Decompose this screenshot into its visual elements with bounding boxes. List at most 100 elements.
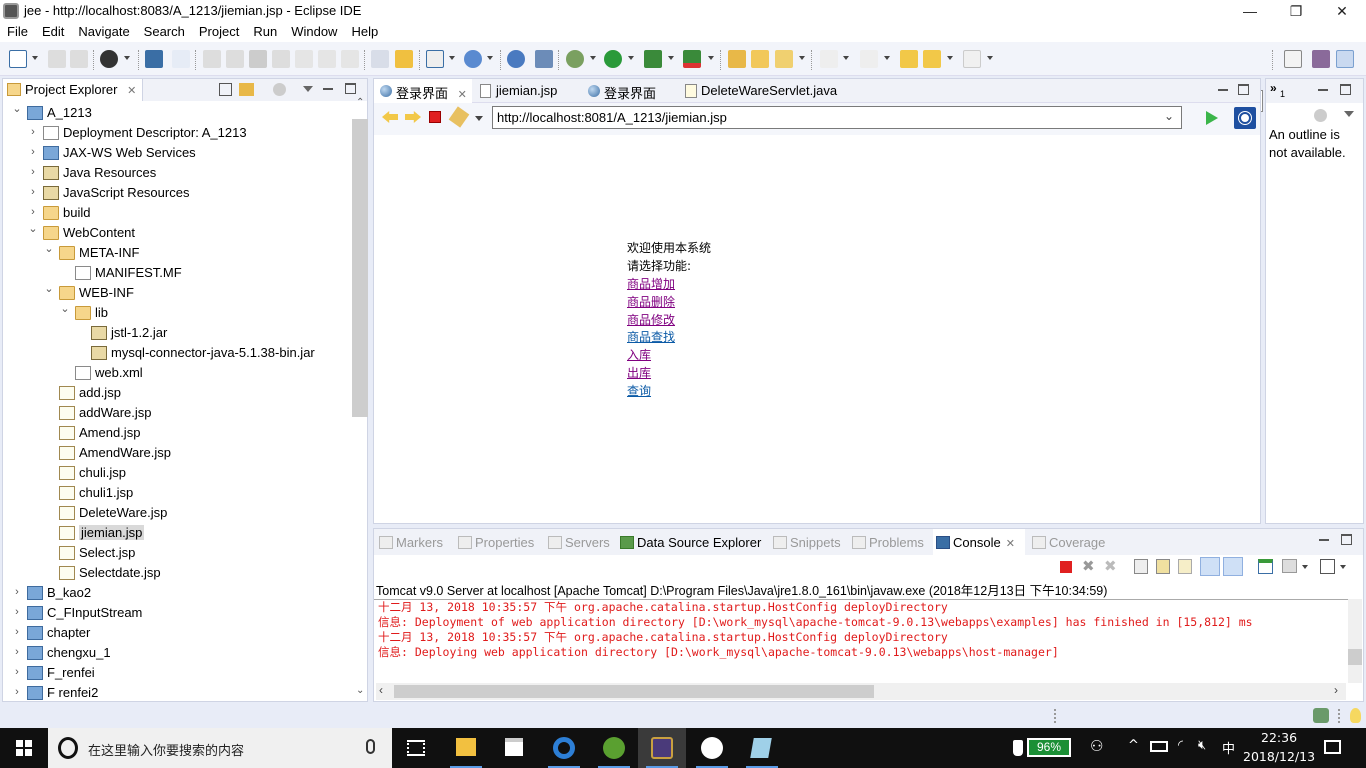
scroll-up-icon[interactable]: ⌃ bbox=[356, 97, 364, 108]
step-into-icon[interactable] bbox=[295, 50, 313, 68]
battery-indicator[interactable]: 96% bbox=[1027, 738, 1071, 757]
use-step-filters-icon[interactable] bbox=[371, 50, 389, 68]
tree-item[interactable]: jiemian.jsp bbox=[3, 523, 351, 543]
open-task-icon[interactable] bbox=[751, 50, 769, 68]
chevron-down-icon[interactable]: ⌄ bbox=[11, 103, 23, 115]
minimize-editor-icon[interactable] bbox=[1218, 89, 1228, 91]
tab-login-page-active[interactable]: 登录界面 ✕ bbox=[374, 79, 472, 103]
tab-servers[interactable]: Servers bbox=[545, 529, 610, 555]
microphone-icon[interactable] bbox=[366, 739, 375, 754]
debug-dropdown-icon[interactable] bbox=[590, 56, 596, 60]
menu-help[interactable]: Help bbox=[344, 22, 385, 39]
link-delete-product[interactable]: 商品删除 bbox=[627, 293, 675, 311]
scroll-lock-icon[interactable] bbox=[1156, 559, 1170, 574]
forward-icon[interactable] bbox=[963, 50, 981, 68]
tab-properties[interactable]: Properties bbox=[455, 529, 534, 555]
minimize-outline-icon[interactable] bbox=[1318, 89, 1328, 91]
chevron-right-icon[interactable]: › bbox=[11, 686, 23, 698]
tab-markers[interactable]: Markers bbox=[376, 529, 443, 555]
web-browser-icon[interactable] bbox=[507, 50, 525, 68]
taskbar-app-notes[interactable] bbox=[738, 728, 786, 768]
coverage-dropdown-icon[interactable] bbox=[668, 56, 674, 60]
tab-data-source-explorer[interactable]: Data Source Explorer bbox=[617, 529, 761, 555]
coverage-icon[interactable] bbox=[644, 50, 662, 68]
external-tools-icon[interactable] bbox=[683, 50, 701, 68]
windows-start-icon[interactable] bbox=[16, 740, 32, 756]
link-modify-product[interactable]: 商品修改 bbox=[627, 311, 675, 329]
collapse-all-icon[interactable] bbox=[219, 83, 232, 96]
tab-delete-ware-servlet[interactable]: DeleteWareServlet.java bbox=[679, 79, 849, 103]
tree-item[interactable]: › Java Resources bbox=[3, 163, 351, 183]
maximize-editor-icon[interactable] bbox=[1238, 84, 1249, 95]
tab-jiemian-jsp[interactable]: jiemian.jsp bbox=[474, 79, 574, 103]
tree-item[interactable]: ⌄ META-INF bbox=[3, 243, 351, 263]
taskbar-app-white[interactable] bbox=[688, 728, 736, 768]
tab-coverage[interactable]: Coverage bbox=[1029, 529, 1105, 555]
ime-indicator[interactable]: 中 bbox=[1222, 738, 1235, 757]
close-tab-icon[interactable]: ✕ bbox=[127, 85, 136, 97]
browser-refresh-icon[interactable] bbox=[448, 106, 470, 128]
link-find-product[interactable]: 商品查找 bbox=[627, 328, 675, 346]
browser-dropdown-icon[interactable] bbox=[475, 116, 483, 121]
maximize-console-icon[interactable] bbox=[1341, 534, 1352, 545]
menu-project[interactable]: Project bbox=[192, 22, 246, 39]
console-vertical-scrollbar[interactable] bbox=[1348, 599, 1362, 683]
remove-all-terminated-icon[interactable]: ✖ bbox=[1104, 557, 1117, 575]
tree-item[interactable]: › build bbox=[3, 203, 351, 223]
tree-item[interactable]: › B_kao2 bbox=[3, 583, 351, 603]
tree-item[interactable]: jstl-1.2.jar bbox=[3, 323, 351, 343]
minimize-button[interactable]: — bbox=[1227, 0, 1273, 22]
chevron-right-icon[interactable]: › bbox=[11, 606, 23, 618]
maximize-outline-icon[interactable] bbox=[1340, 84, 1351, 95]
link-with-editor-icon[interactable] bbox=[239, 83, 254, 96]
previous-annotation-icon[interactable] bbox=[860, 50, 878, 68]
web-services-explorer-icon[interactable] bbox=[535, 50, 553, 68]
disconnect-icon[interactable] bbox=[272, 50, 290, 68]
close-tab-icon[interactable]: ✕ bbox=[1006, 538, 1015, 550]
clock-time[interactable]: 22:36 bbox=[1261, 730, 1297, 745]
show-on-stdout-icon[interactable] bbox=[1200, 557, 1220, 576]
chevron-down-icon[interactable]: ⌄ bbox=[43, 282, 55, 295]
menu-run[interactable]: Run bbox=[246, 22, 284, 39]
tree-item[interactable]: › JAX-WS Web Services bbox=[3, 143, 351, 163]
back-icon[interactable] bbox=[923, 50, 941, 68]
save-all-icon[interactable] bbox=[70, 50, 88, 68]
wifi-icon[interactable]: ◜ bbox=[1178, 738, 1183, 753]
tree-item[interactable]: › chengxu_1 bbox=[3, 643, 351, 663]
menu-window[interactable]: Window bbox=[284, 22, 344, 39]
last-edit-location-icon[interactable] bbox=[900, 50, 918, 68]
step-return-icon[interactable] bbox=[341, 50, 359, 68]
open-console-icon[interactable] bbox=[1320, 559, 1335, 574]
tree-item[interactable]: › chapter bbox=[3, 623, 351, 643]
minimize-view-icon[interactable] bbox=[323, 88, 333, 90]
close-tab-icon[interactable]: ✕ bbox=[458, 89, 467, 101]
new-server-icon[interactable] bbox=[426, 50, 444, 68]
step-over-icon[interactable] bbox=[318, 50, 336, 68]
console-horizontal-scrollbar[interactable]: ‹ › bbox=[376, 683, 1346, 700]
terminate-console-icon[interactable] bbox=[1060, 561, 1072, 573]
link-stock-out[interactable]: 出库 bbox=[627, 364, 651, 382]
java-ee-perspective-icon[interactable] bbox=[1312, 50, 1330, 68]
tree-item[interactable]: › Deployment Descriptor: A_1213 bbox=[3, 123, 351, 143]
tree-item[interactable]: addWare.jsp bbox=[3, 403, 351, 423]
tree-item[interactable]: Select.jsp bbox=[3, 543, 351, 563]
link-add-product[interactable]: 商品增加 bbox=[627, 275, 675, 293]
filters-icon[interactable] bbox=[273, 83, 286, 96]
open-type-icon[interactable] bbox=[728, 50, 746, 68]
chevron-right-icon[interactable]: › bbox=[27, 206, 39, 218]
terminal-icon[interactable] bbox=[145, 50, 163, 68]
view-overflow-button[interactable]: » bbox=[1270, 81, 1277, 95]
project-explorer-scroll-thumb[interactable] bbox=[352, 119, 368, 417]
tree-item[interactable]: › JavaScript Resources bbox=[3, 183, 351, 203]
profile-icon[interactable] bbox=[100, 50, 118, 68]
run-dropdown-icon[interactable] bbox=[628, 56, 634, 60]
taskbar-store[interactable] bbox=[490, 728, 538, 768]
run-icon[interactable] bbox=[604, 50, 622, 68]
show-hidden-icons-chevron[interactable]: ^ bbox=[1128, 738, 1139, 753]
taskbar-eclipse[interactable] bbox=[638, 728, 686, 768]
tree-item[interactable]: Amend.jsp bbox=[3, 423, 351, 443]
menu-edit[interactable]: Edit bbox=[35, 22, 71, 39]
search-tool-icon[interactable] bbox=[775, 50, 793, 68]
menu-navigate[interactable]: Navigate bbox=[71, 22, 136, 39]
battery-tray-icon[interactable] bbox=[1150, 741, 1168, 752]
